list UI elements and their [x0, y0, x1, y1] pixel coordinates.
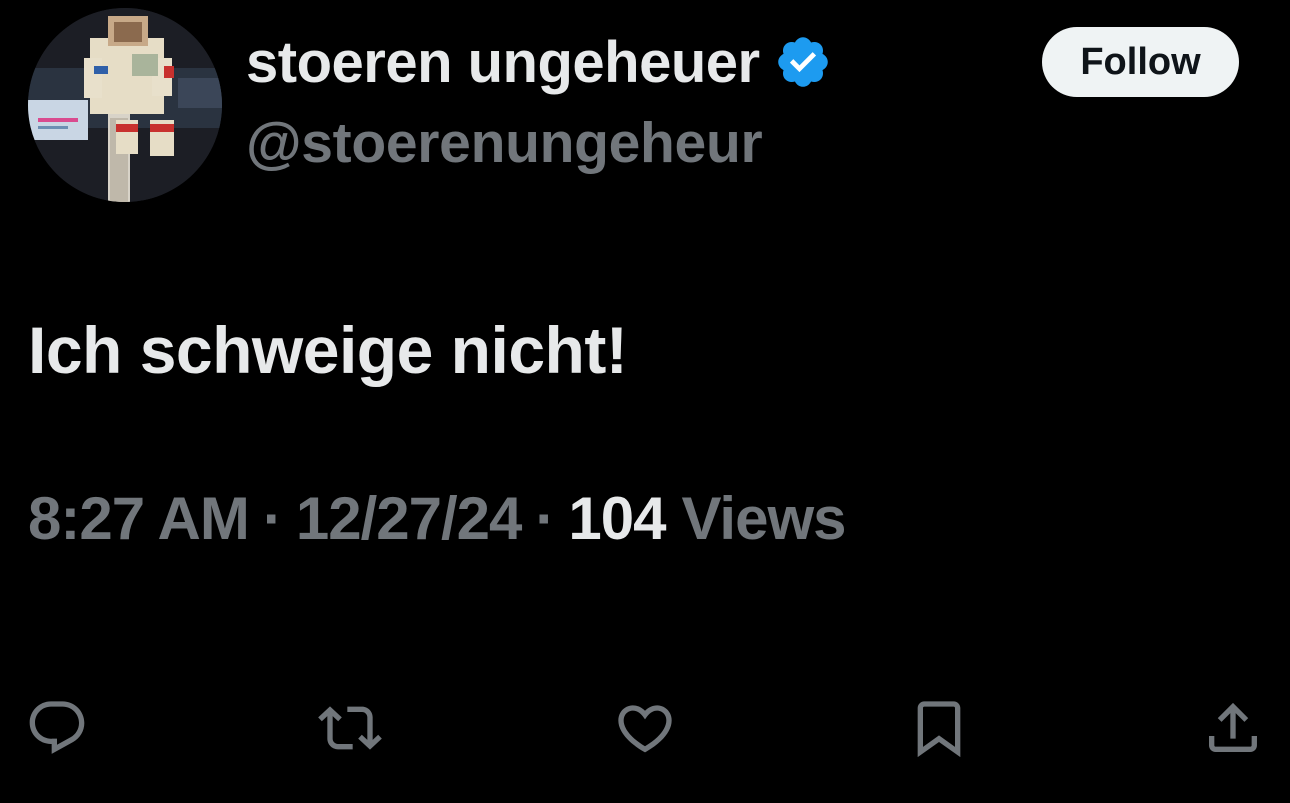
bookmark-icon	[917, 701, 961, 758]
author-name-row: stoeren ungeheuer	[246, 26, 832, 98]
lego-figure-avatar-image	[28, 8, 222, 202]
share-icon	[1209, 702, 1257, 752]
retweet-icon	[318, 706, 382, 750]
heart-icon	[618, 705, 672, 753]
follow-button[interactable]: Follow	[1042, 27, 1239, 97]
tweet-time[interactable]: 8:27 AM	[28, 484, 250, 553]
reply-button[interactable]	[25, 696, 89, 760]
share-button[interactable]	[1201, 696, 1265, 760]
author-display-name[interactable]: stoeren ungeheuer	[246, 29, 760, 96]
tweet-date[interactable]: 12/27/24	[296, 484, 523, 553]
author-avatar[interactable]	[28, 8, 222, 202]
verified-badge-icon	[774, 33, 832, 91]
meta-separator: ·	[262, 485, 283, 552]
bookmark-button[interactable]	[907, 696, 971, 760]
meta-separator: ·	[535, 485, 555, 552]
views-label[interactable]: Views	[681, 484, 846, 553]
tweet-meta: 8:27 AM · 12/27/24 · 104 Views	[28, 484, 847, 553]
retweet-button[interactable]	[318, 696, 382, 760]
tweet-text: Ich schweige nicht!	[28, 313, 628, 387]
views-count[interactable]: 104	[568, 484, 666, 553]
tweet-detail: stoeren ungeheuer @stoerenungeheur Follo…	[0, 0, 1290, 803]
reply-icon	[29, 701, 85, 754]
author-handle[interactable]: @stoerenungeheur	[246, 110, 763, 176]
like-button[interactable]	[613, 696, 677, 760]
